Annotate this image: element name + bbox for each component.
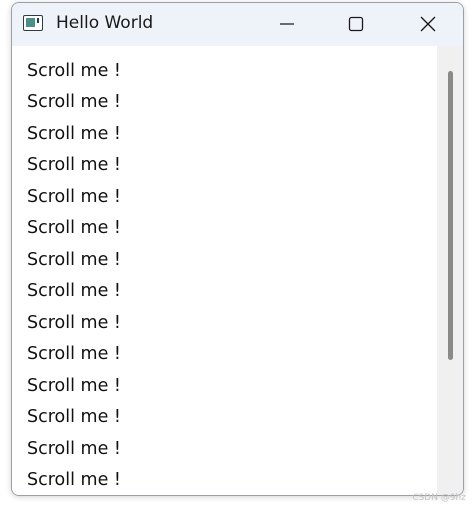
- minimize-button[interactable]: [264, 3, 310, 46]
- close-icon: [420, 16, 436, 32]
- list-item: Scroll me !: [27, 92, 121, 112]
- close-button[interactable]: [405, 3, 451, 46]
- scroll-area[interactable]: Scroll me ! Scroll me ! Scroll me ! Scro…: [12, 46, 437, 495]
- list-item: Scroll me !: [27, 61, 121, 81]
- app-window-icon: [23, 15, 43, 31]
- list-item: Scroll me !: [27, 187, 121, 207]
- list-item: Scroll me !: [27, 250, 121, 270]
- app-window: Hello World Scroll me ! Scroll me ! Scro…: [11, 2, 464, 496]
- list-item: Scroll me !: [27, 155, 121, 175]
- scrollbar-thumb[interactable]: [448, 71, 453, 360]
- list-item: Scroll me !: [27, 344, 121, 364]
- title-bar[interactable]: Hello World: [12, 3, 463, 46]
- list-item: Scroll me !: [27, 218, 121, 238]
- watermark: CSDN @9hz: [412, 493, 466, 503]
- list-item: Scroll me !: [27, 281, 121, 301]
- list-item: Scroll me !: [27, 470, 121, 490]
- list-item: Scroll me !: [27, 313, 121, 333]
- list-item: Scroll me !: [27, 124, 121, 144]
- minimize-icon: [280, 23, 294, 25]
- list-item: Scroll me !: [27, 407, 121, 427]
- window-title: Hello World: [56, 13, 154, 33]
- list-item: Scroll me !: [27, 376, 121, 396]
- maximize-button[interactable]: [333, 3, 379, 46]
- maximize-icon: [348, 16, 364, 32]
- vertical-scrollbar[interactable]: [437, 46, 463, 495]
- list-item: Scroll me !: [27, 439, 121, 459]
